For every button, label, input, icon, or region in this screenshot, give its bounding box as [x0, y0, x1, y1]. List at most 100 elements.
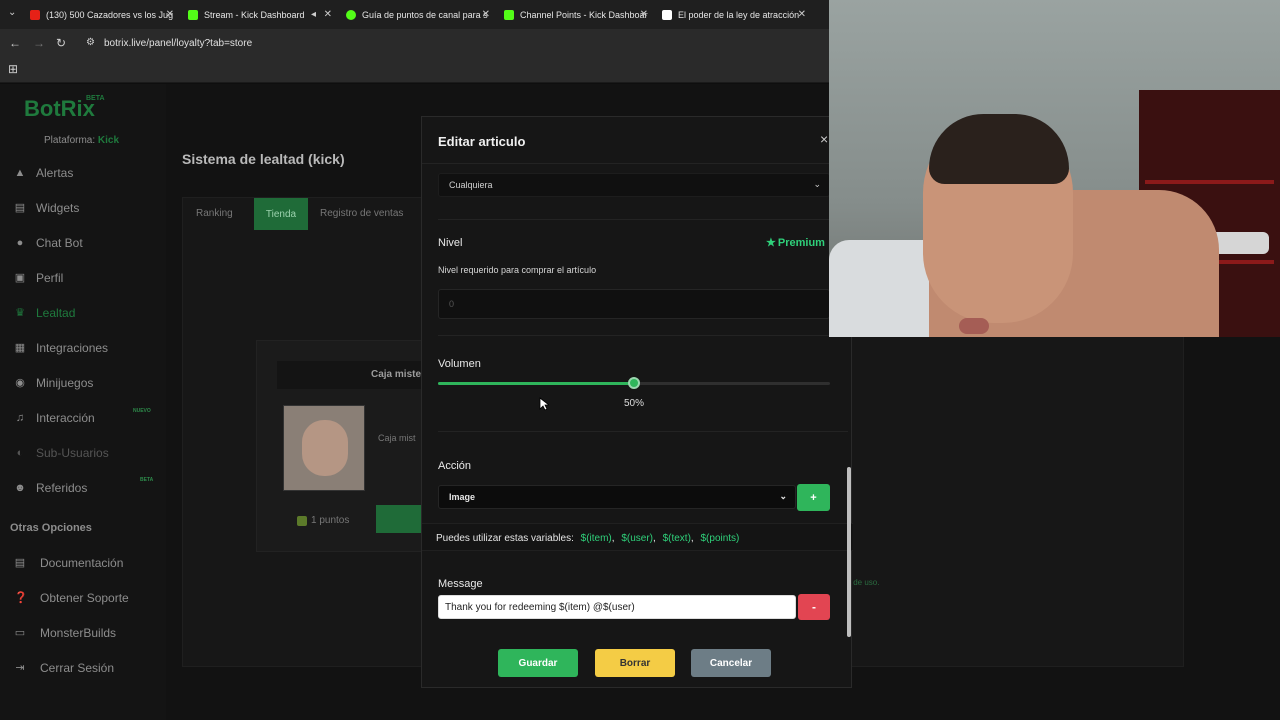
profile-icon: ▣ — [14, 272, 26, 284]
cursor-icon — [539, 397, 549, 411]
tab-registro-ventas[interactable]: Registro de ventas — [320, 208, 403, 219]
tab-title: Guía de puntos de canal para s — [362, 9, 488, 20]
browser-tab[interactable]: Channel Points - Kick Dashboar ✕ — [504, 0, 654, 29]
chevron-down-icon: ⌄ — [813, 179, 821, 189]
volume-slider-thumb[interactable] — [628, 377, 640, 389]
remove-message-button[interactable]: - — [798, 594, 830, 620]
apps-grid-icon[interactable]: ⊞ — [8, 62, 18, 76]
url-text[interactable]: botrix.live/panel/loyalty?tab=store — [104, 38, 252, 49]
nivel-label: Nivel — [438, 237, 463, 249]
platform-value: Kick — [97, 135, 120, 146]
volume-slider-fill — [438, 382, 634, 385]
kick-icon — [504, 9, 514, 20]
sidebar-item-referidos[interactable]: ☻ Referidos — [14, 481, 87, 495]
card-description: Caja mist — [378, 433, 416, 443]
store-item-card: Caja miste Caja mist 1 puntos — [256, 340, 427, 552]
nivel-input[interactable]: 0 — [438, 289, 830, 319]
robot-icon: ● — [16, 237, 24, 249]
message-input[interactable]: Thank you for redeeming $(item) @$(user) — [438, 595, 796, 619]
close-tab-icon[interactable]: ✕ — [166, 9, 174, 20]
variables-text: Puedes utilizar estas variables: $(item)… — [436, 533, 740, 544]
chevron-down-icon: ⌄ — [779, 491, 787, 501]
support-icon: ❓ — [14, 592, 28, 604]
forward-icon[interactable]: → — [33, 36, 45, 50]
close-tab-icon[interactable]: ✕ — [798, 9, 806, 20]
nivel-help-text: Nivel requerido para comprar el artículo — [438, 265, 597, 275]
sidebar-item-documentacion[interactable]: ▤ Documentación — [14, 556, 124, 570]
item-image — [283, 405, 365, 491]
add-action-button[interactable]: + — [797, 484, 830, 511]
edit-item-modal: Editar articulo × Cualquiera ⌄ Nivel ★ P… — [421, 116, 853, 688]
platform-info: Plataforma: Kick — [44, 135, 119, 146]
cancel-button[interactable]: Cancelar — [691, 649, 771, 677]
sidebar-item-integraciones[interactable]: ▦ Integraciones — [14, 341, 108, 355]
sidebar-item-cerrar-sesion[interactable]: ⇥ Cerrar Sesión — [14, 661, 114, 675]
sidebar-item-widgets[interactable]: ▤ Widgets — [14, 201, 80, 215]
message-value: Thank you for redeeming $(item) @$(user) — [445, 601, 635, 613]
premium-text: Premium — [777, 236, 825, 249]
platform-label: Plataforma: — [44, 135, 96, 146]
accion-select[interactable]: Image ⌄ — [438, 485, 796, 509]
site-settings-icon[interactable]: ⚙ — [86, 37, 95, 48]
logout-icon: ⇥ — [15, 662, 25, 674]
delete-button[interactable]: Borrar — [595, 649, 675, 677]
tab-ranking[interactable]: Ranking — [196, 208, 233, 219]
beta-item-badge: BETA — [140, 477, 154, 483]
page-title: Sistema de lealtad (kick) — [182, 151, 345, 167]
sidebar-item-perfil[interactable]: ▣ Perfil — [14, 271, 64, 285]
sidebar-item-monsterbuilds[interactable]: ▭ MonsterBuilds — [14, 626, 116, 640]
sidebar-item-label: Cerrar Sesión — [40, 661, 115, 675]
sidebar-item-lealtad[interactable]: ♛ Lealtad — [14, 306, 75, 320]
botrix-logo[interactable]: BotRix — [24, 96, 95, 122]
premium-badge: ★ Premium — [766, 236, 825, 250]
buy-button[interactable] — [376, 505, 426, 533]
browser-tab[interactable]: (130) 500 Cazadores vs los Jug ✕ — [30, 0, 180, 29]
referrals-icon: ☻ — [14, 482, 26, 494]
points-text: 1 puntos — [311, 515, 350, 526]
tiktok-icon — [662, 9, 672, 20]
browser-tab[interactable]: Guía de puntos de canal para s ✕ — [346, 0, 496, 29]
browser-tab[interactable]: El poder de la ley de atracción ✕ — [662, 0, 812, 29]
close-tab-icon[interactable]: ✕ — [482, 9, 490, 20]
accion-value: Image — [449, 492, 476, 502]
widgets-icon: ▤ — [14, 202, 26, 214]
new-badge: NUEVO — [133, 408, 151, 414]
close-icon[interactable]: × — [820, 131, 828, 147]
tab-title: Channel Points - Kick Dashboar — [520, 9, 648, 20]
sidebar-item-chatbot[interactable]: ● Chat Bot — [14, 236, 83, 250]
monitor-icon: ▭ — [14, 627, 26, 639]
speaker-icon[interactable]: ◂ — [311, 9, 316, 20]
reload-icon[interactable]: ↻ — [56, 36, 66, 50]
save-button[interactable]: Guardar — [498, 649, 578, 677]
kick-icon — [346, 9, 356, 20]
sidebar-item-label: MonsterBuilds — [40, 626, 117, 640]
close-tab-icon[interactable]: ✕ — [640, 9, 648, 20]
sidebar-item-label: Lealtad — [36, 306, 76, 320]
sidebar-item-label: Referidos — [36, 481, 88, 495]
tab-list-icon[interactable]: ⌄ — [8, 7, 16, 18]
sidebar-item-sub-usuarios[interactable]: ◐ Sub-Usuarios — [14, 446, 109, 460]
modal-scrollbar[interactable] — [847, 467, 851, 637]
integrations-icon: ▦ — [14, 342, 26, 354]
sidebar-item-label: Documentación — [40, 556, 124, 570]
sidebar-item-minijuegos[interactable]: ◉ Minijuegos — [14, 376, 93, 390]
sidebar-item-label: Obtener Soporte — [40, 591, 129, 605]
sidebar-item-soporte[interactable]: ❓ Obtener Soporte — [14, 591, 129, 605]
tab-tienda[interactable]: Tienda — [254, 198, 308, 230]
star-icon: ★ — [766, 237, 776, 249]
close-tab-icon[interactable]: ✕ — [324, 9, 332, 20]
users-icon: ◐ — [16, 447, 24, 459]
sidebar-item-alertas[interactable]: ▲ Alertas — [14, 166, 74, 180]
sidebar-item-interaccion[interactable]: ♫ Interacción — [14, 411, 95, 425]
browser-tab[interactable]: Stream - Kick Dashboard ◂ ✕ — [188, 0, 338, 29]
tab-title: (130) 500 Cazadores vs los Jug — [46, 9, 174, 20]
sidebar-item-label: Interacción — [36, 411, 95, 425]
volume-slider[interactable] — [438, 377, 830, 389]
back-icon[interactable]: ← — [9, 36, 21, 50]
item-type-select[interactable]: Cualquiera ⌄ — [438, 173, 830, 197]
sidebar-item-label: Integraciones — [36, 341, 109, 355]
kick-icon — [188, 9, 198, 20]
sidebar-item-label: Alertas — [36, 166, 74, 180]
sidebar-item-label: Sub-Usuarios — [36, 446, 109, 460]
coin-icon — [297, 515, 307, 526]
